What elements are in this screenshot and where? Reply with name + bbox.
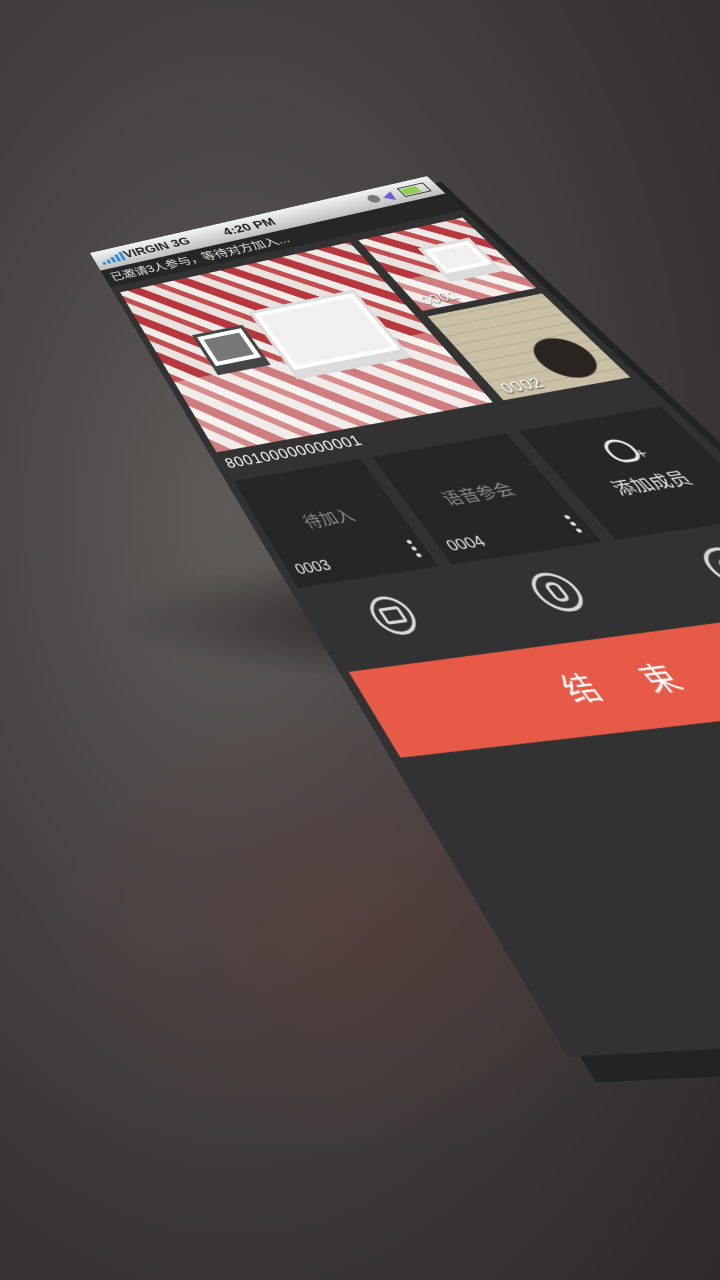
camera-switch-button[interactable]: [361, 593, 425, 638]
participant-status: 语音参会: [437, 479, 520, 509]
microphone-button[interactable]: [521, 570, 594, 615]
add-user-icon: [597, 437, 646, 464]
more-options-icon[interactable]: [563, 514, 584, 533]
participant-status: 待加入: [299, 506, 359, 532]
camera-icon: [713, 556, 720, 578]
microphone-icon: [542, 581, 572, 603]
lock-rotation-icon: [364, 193, 383, 204]
participant-id: 0003: [291, 557, 336, 579]
battery-icon: [396, 182, 432, 198]
camera-switch-icon: [377, 605, 409, 625]
signal-icon: [99, 251, 127, 265]
participant-id: 0004: [442, 533, 491, 555]
add-member-label: 添加成员: [606, 468, 698, 499]
location-arrow-icon: [383, 190, 397, 200]
camera-button[interactable]: [692, 544, 720, 590]
more-options-icon[interactable]: [405, 539, 423, 558]
